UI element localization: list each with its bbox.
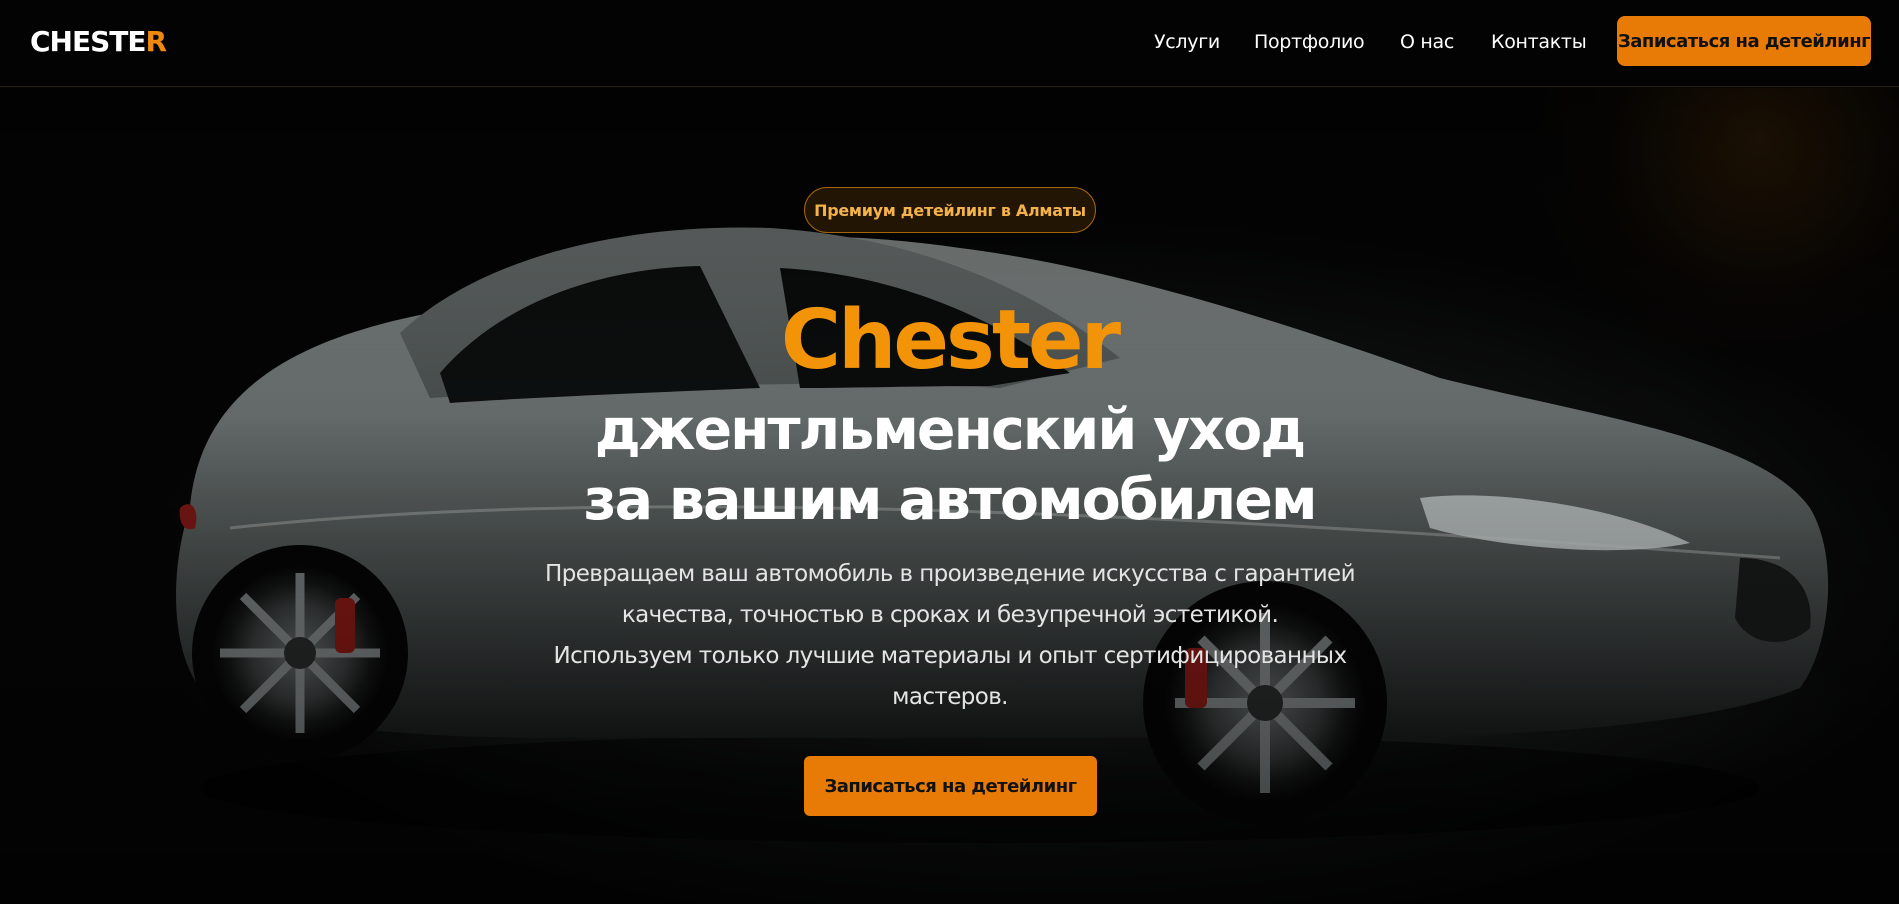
logo[interactable]: CHESTER [30,24,168,60]
hero-booking-button[interactable]: Записаться на детейлинг [804,756,1097,816]
hero-content: Премиум детейлинг в Алматы Chester джент… [0,88,1899,904]
hero-title-line-1: джентльменский уход [594,397,1307,463]
nav-link-about[interactable]: О нас [1400,30,1454,54]
hero-title-line-2: за вашим автомобилем [583,467,1317,533]
location-badge: Премиум детейлинг в Алматы [804,187,1096,233]
nav-link-services[interactable]: Услуги [1154,30,1220,54]
hero-description-line-2: качества, точностью в сроках и безупречн… [621,602,1279,628]
hero-title: джентльменский уход за вашим автомобилем [0,395,1899,535]
logo-main: CHESTE [30,25,147,58]
landing-page: CHESTER Услуги Портфолио О нас Контакты … [0,0,1899,904]
hero-description-line-1: Превращаем ваш автомобиль в произведение… [545,561,1356,587]
navbar: CHESTER Услуги Портфолио О нас Контакты … [0,0,1899,87]
nav-booking-button[interactable]: Записаться на детейлинг [1617,16,1871,66]
hero-section: Премиум детейлинг в Алматы Chester джент… [0,88,1899,904]
logo-accent: R [145,25,168,58]
hero-title-brand: Chester [780,293,1121,388]
nav-link-portfolio[interactable]: Портфолио [1254,30,1365,54]
hero-description-line-3: Используем только лучшие материалы и опы… [553,643,1348,669]
hero-description: Превращаем ваш автомобиль в произведение… [530,554,1370,718]
hero-description-line-4: мастеров. [892,684,1008,710]
nav-link-contacts[interactable]: Контакты [1491,30,1587,54]
